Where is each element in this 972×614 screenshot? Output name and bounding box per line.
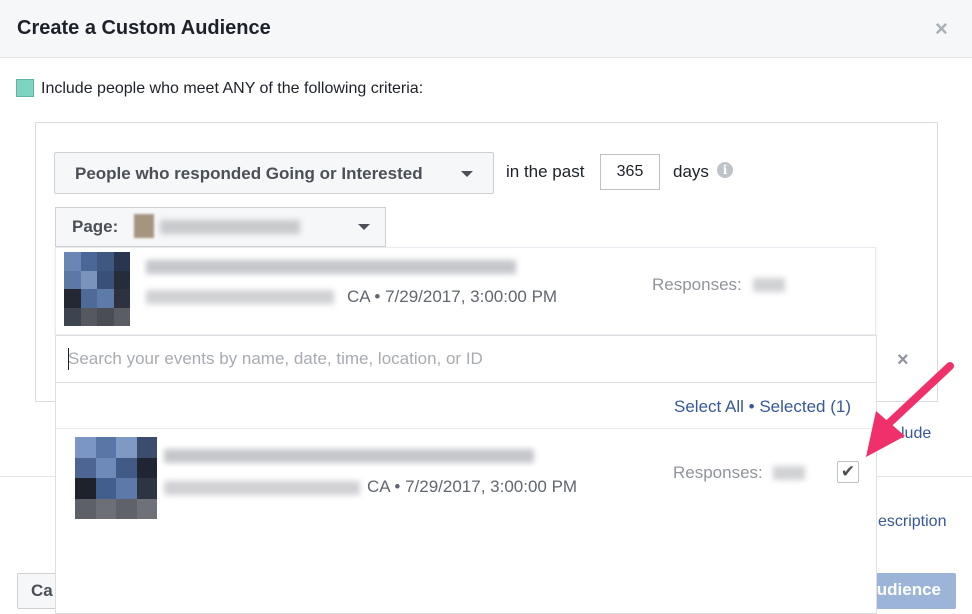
in-the-past-label: in the past	[506, 162, 585, 181]
create-audience-button-label: udience	[876, 580, 941, 599]
event-results-dropdown: Select All • Selected (1) CA • 7/29/2017…	[55, 383, 877, 614]
close-icon[interactable]: ×	[935, 16, 948, 42]
chevron-down-icon	[461, 171, 473, 177]
event-type-dropdown[interactable]: People who responded Going or Interested	[54, 152, 494, 194]
result-event-location-redacted	[164, 481, 360, 495]
event-responses-count-redacted	[753, 278, 785, 292]
cancel-button-label: Ca	[31, 581, 53, 600]
result-item[interactable]: CA • 7/29/2017, 3:00:00 PM Responses: ✔	[56, 429, 876, 525]
event-date: CA • 7/29/2017, 3:00:00 PM	[347, 287, 558, 306]
event-type-label: People who responded Going or Interested	[75, 164, 423, 183]
info-icon[interactable]: i	[717, 162, 733, 178]
event-location-redacted	[146, 290, 334, 304]
days-label: days	[673, 162, 709, 181]
event-title-redacted	[146, 260, 516, 274]
add-description-link[interactable]: escription	[878, 513, 946, 531]
event-search-input[interactable]	[68, 347, 848, 371]
result-event-date: CA • 7/29/2017, 3:00:00 PM	[367, 477, 578, 496]
result-responses-label: Responses:	[673, 463, 763, 482]
event-responses-label: Responses:	[652, 275, 742, 294]
event-search-box[interactable]	[55, 335, 877, 383]
result-event-title-redacted	[164, 449, 534, 463]
retention-days-input[interactable]: 365	[600, 154, 660, 190]
page-avatar	[134, 214, 154, 238]
criteria-label: Include people who meet ANY of the follo…	[41, 80, 424, 97]
selected-event-card: CA • 7/29/2017, 3:00:00 PM Responses:	[55, 247, 876, 335]
dialog-header: Create a Custom Audience ×	[0, 0, 972, 58]
page-selector-dropdown[interactable]: Page:	[55, 207, 386, 247]
page-name-redacted	[160, 220, 300, 234]
include-more-link[interactable]: lude	[901, 425, 931, 443]
result-checkbox[interactable]: ✔	[837, 461, 859, 483]
result-event-thumbnail	[75, 437, 157, 519]
chevron-down-icon	[358, 224, 370, 230]
page-selector-label: Page:	[72, 217, 119, 236]
results-header: Select All • Selected (1)	[56, 383, 876, 429]
event-thumbnail	[64, 252, 130, 326]
select-all-link[interactable]: Select All • Selected (1)	[674, 397, 851, 417]
text-cursor	[68, 348, 69, 370]
dialog-title: Create a Custom Audience	[17, 17, 271, 39]
clear-search-icon[interactable]: ×	[897, 350, 909, 370]
criteria-color-swatch	[16, 79, 34, 97]
result-responses-count-redacted	[773, 466, 805, 480]
